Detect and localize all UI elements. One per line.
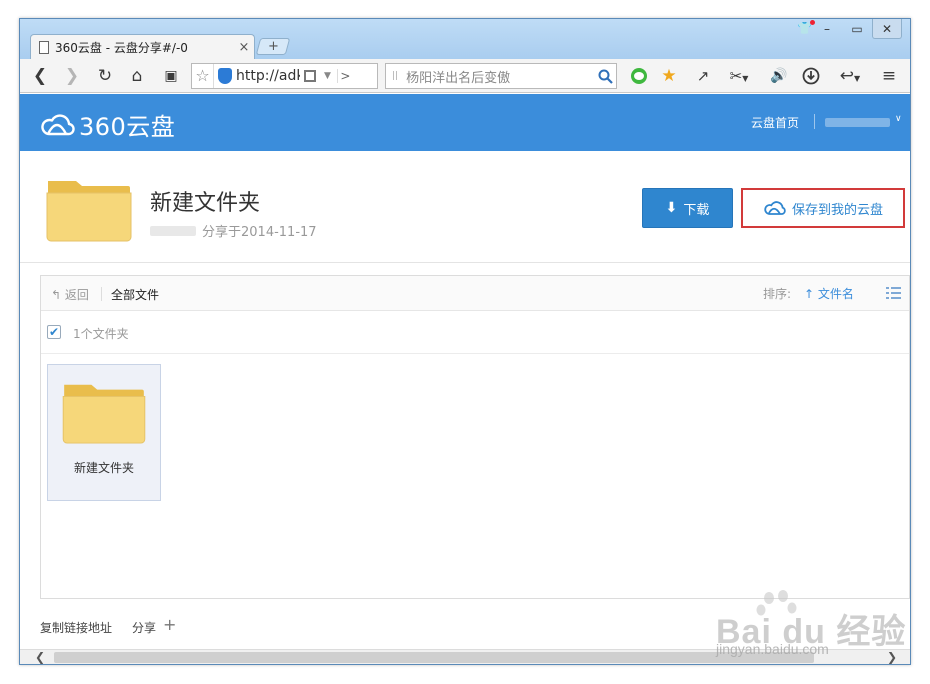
reload-icon[interactable]: ↻ (94, 65, 116, 87)
watermark-url: jingyan.baidu.com (716, 641, 829, 657)
tab-close-icon[interactable]: × (234, 40, 254, 55)
scroll-left-arrow-icon[interactable]: ❮ (32, 650, 48, 664)
header-divider (814, 114, 815, 129)
address-dropdown-icon[interactable]: ▼ (324, 71, 331, 81)
share-meta: 分享于2014-11-17 (150, 221, 317, 240)
save-label: 保存到我的云盘 (791, 202, 883, 218)
new-tab-button[interactable]: + (255, 38, 291, 55)
home-icon[interactable]: ⌂ (126, 65, 148, 87)
address-url[interactable]: http://adk (236, 68, 300, 84)
security-shield-icon (218, 68, 232, 84)
go-arrow-icon[interactable]: > (336, 69, 353, 83)
share-date: 分享于2014-11-17 (202, 225, 317, 240)
undo-icon[interactable]: ↩▼ (834, 65, 866, 87)
cloud-icon (764, 201, 786, 215)
favorites-star-icon[interactable]: ★ (658, 65, 680, 87)
list-view-icon[interactable] (886, 287, 901, 300)
save-to-my-cloud-button[interactable]: 保存到我的云盘 (741, 188, 905, 228)
select-all-checkbox[interactable]: ✔ (47, 325, 61, 339)
site-logo[interactable]: 360云盘 (40, 107, 175, 142)
large-folder-icon (46, 173, 132, 247)
nav-divider (101, 287, 102, 301)
search-box[interactable]: || 杨阳洋出名后变傲 (385, 63, 617, 89)
bookmark-icon[interactable]: ▣ (160, 65, 182, 87)
baidu-watermark: Bai du 经验 jingyan.baidu.com (696, 590, 926, 666)
download-label: 下载 (683, 202, 710, 218)
maximize-button[interactable]: ▭ (842, 19, 872, 39)
folder-icon (62, 377, 146, 449)
download-button[interactable]: ⬇ 下载 (642, 188, 733, 228)
title-bar: 360云盘 - 云盘分享#/-0 × + 👕 – ▭ ✕ (20, 19, 910, 59)
file-nav-bar: ↰ 返回 全部文件 排序: ↑ 文件名 (41, 276, 909, 311)
sort-field-label: 文件名 (817, 287, 854, 301)
sharer-name-blurred (150, 225, 196, 236)
download-manager-icon[interactable] (800, 65, 822, 87)
minimize-button[interactable]: – (812, 19, 842, 39)
favorite-star-icon[interactable]: ☆ (192, 64, 214, 88)
qr-code-icon[interactable] (304, 70, 316, 82)
cloud-logo-icon (41, 113, 75, 135)
search-input[interactable]: 杨阳洋出名后变傲 (406, 67, 594, 86)
user-name-blurred[interactable] (825, 118, 890, 127)
selection-row: ✔ 1个文件夹 (41, 312, 909, 354)
sort-up-arrow-icon: ↑ (804, 287, 815, 301)
browser-tab[interactable]: 360云盘 - 云盘分享#/-0 × (30, 34, 255, 59)
magnifier-icon[interactable] (594, 64, 616, 88)
back-arrow-small-icon: ↰ (51, 288, 62, 302)
share-info-panel: 新建文件夹 分享于2014-11-17 ⬇ 下载 保存到我的云盘 (20, 151, 910, 263)
download-arrow-icon: ⬇ (665, 200, 678, 216)
sort-by-filename[interactable]: ↑ 文件名 (804, 285, 854, 302)
copy-link-button[interactable]: 复制链接地址 (40, 619, 112, 636)
file-browser: ↰ 返回 全部文件 排序: ↑ 文件名 ✔ 1个文件夹 新建文件夹 (40, 275, 910, 599)
address-bar[interactable]: ☆ http://adk ▼ > (191, 63, 378, 89)
wechat-icon[interactable] (628, 65, 650, 87)
browser-toolbar: ❮ ❯ ↻ ⌂ ▣ ☆ http://adk ▼ > || 杨阳洋出名后变傲 ★… (20, 59, 910, 93)
volume-icon[interactable]: 🔊 (768, 65, 790, 87)
close-window-button[interactable]: ✕ (872, 19, 902, 39)
breadcrumb-all-files[interactable]: 全部文件 (111, 286, 159, 303)
sort-label: 排序: (763, 287, 792, 301)
logo-text: 360云盘 (79, 113, 176, 141)
user-menu-chevron-icon[interactable]: ∨ (895, 114, 902, 124)
folder-tile[interactable]: 新建文件夹 (47, 364, 161, 501)
search-grip-icon: || (392, 71, 399, 81)
new-tab-plus: + (267, 39, 279, 54)
back-button[interactable]: ↰ 返回 (51, 286, 89, 303)
window-controls: – ▭ ✕ (812, 19, 902, 41)
document-icon (39, 40, 49, 54)
forward-arrow-icon[interactable]: ❯ (62, 65, 82, 87)
share-plus-icon[interactable]: + (163, 615, 176, 634)
file-name: 新建文件夹 (73, 461, 134, 475)
browser-window: 360云盘 - 云盘分享#/-0 × + 👕 – ▭ ✕ ❮ ❯ ↻ ⌂ ▣ ☆… (19, 18, 911, 665)
back-arrow-icon[interactable]: ❮ (30, 65, 50, 87)
selection-count: 1个文件夹 (73, 327, 129, 341)
site-header: 360云盘 云盘首页 ∨ (20, 94, 910, 151)
back-label: 返回 (64, 288, 89, 302)
skin-icon[interactable]: 👕 (797, 20, 815, 35)
tab-title: 360云盘 - 云盘分享#/-0 (55, 40, 188, 55)
share-title: 新建文件夹 (150, 191, 261, 216)
scissors-icon[interactable]: ✂▼ (724, 65, 754, 87)
share-out-icon[interactable]: ↗ (692, 65, 714, 87)
menu-icon[interactable]: ≡ (878, 65, 900, 87)
share-button[interactable]: 分享 (132, 619, 156, 636)
nav-home-link[interactable]: 云盘首页 (751, 114, 799, 131)
